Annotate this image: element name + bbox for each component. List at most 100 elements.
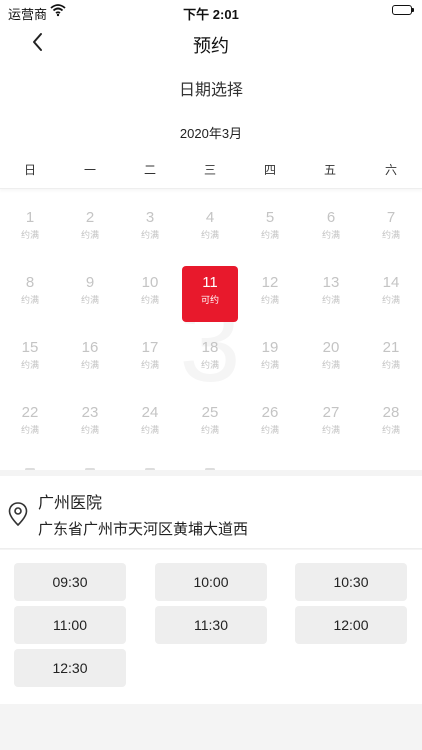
calendar-day-number: 24 [141,404,159,421]
calendar-day-status: 约满 [260,295,279,305]
calendar-day[interactable]: 12 约满 [242,266,298,322]
calendar-day-status: 约满 [20,230,39,240]
calendar-day-number: 7 [386,209,396,226]
calendar-day[interactable]: 28 约满 [363,396,419,452]
calendar-day[interactable]: 26 约满 [242,396,298,452]
calendar-day-status: 约满 [20,360,39,370]
status-time: 下午 2:01 [183,7,239,22]
weekday-label: 六 [384,163,397,177]
calendar-day[interactable]: 19 约满 [242,331,298,387]
calendar-day-number: 10 [141,274,159,291]
calendar-day-number: 12 [261,274,279,291]
time-slot-button[interactable]: 12:00 [295,606,407,644]
next-row-peek [25,468,35,470]
calendar-day-status: 约满 [321,425,340,435]
time-slot-button[interactable]: 09:30 [14,563,126,601]
calendar-day-status: 约满 [80,295,99,305]
calendar-day-status: 约满 [200,360,219,370]
calendar-day-number: 5 [265,209,275,226]
calendar-day[interactable]: 25 约满 [182,396,238,452]
weekday-label: 二 [143,163,156,177]
weekday-label: 三 [203,163,216,177]
calendar-day-status: 约满 [80,360,99,370]
calendar-day[interactable]: 15 约满 [2,331,58,387]
calendar-day-number: 19 [261,339,279,356]
time-slot-button[interactable]: 10:00 [155,563,267,601]
calendar-day-number: 28 [382,404,400,421]
calendar-day-status: 可约 [200,295,219,305]
calendar-day[interactable]: 11 可约 [182,266,238,322]
weekday-label: 四 [263,163,276,177]
calendar-day-status: 约满 [321,295,340,305]
date-selection-title: 日期选择 [178,82,243,99]
calendar-day-number: 21 [382,339,400,356]
calendar: 日期选择 2020年3月 日一二三四五六 3 1 约满 2 约满 3 约满 4 约满 5 约满 6 约… [0,64,422,470]
calendar-day-number: 8 [25,274,35,291]
time-slot-button[interactable]: 11:30 [155,606,267,644]
calendar-day[interactable]: 3 约满 [122,201,178,257]
calendar-day-status: 约满 [20,295,39,305]
calendar-day[interactable]: 17 约满 [122,331,178,387]
page-title: 预约 [193,36,229,56]
calendar-day-status: 约满 [20,425,39,435]
time-slot-button[interactable]: 12:30 [14,649,126,687]
calendar-day[interactable]: 22 约满 [2,396,58,452]
calendar-day[interactable]: 6 约满 [303,201,359,257]
calendar-day-status: 约满 [381,295,400,305]
calendar-day-status: 约满 [381,425,400,435]
calendar-day-number: 4 [205,209,215,226]
calendar-day-status: 约满 [321,230,340,240]
calendar-day-number: 16 [81,339,99,356]
calendar-day[interactable]: 4 约满 [182,201,238,257]
time-slot-button[interactable]: 10:30 [295,563,407,601]
calendar-day[interactable]: 20 约满 [303,331,359,387]
calendar-day[interactable]: 5 约满 [242,201,298,257]
location-card: 广州医院 广东省广州市天河区黄埔大道西 [0,476,422,549]
calendar-day[interactable]: 7 约满 [363,201,419,257]
calendar-day[interactable]: 1 约满 [2,201,58,257]
calendar-day-status: 约满 [140,295,159,305]
weekday-header: 日一二三四五六 [0,150,422,189]
next-row-peek [85,468,95,470]
calendar-day-status: 约满 [200,425,219,435]
calendar-day-number: 9 [85,274,95,291]
calendar-day[interactable]: 18 约满 [182,331,238,387]
calendar-day-number: 13 [322,274,340,291]
time-slot-grid: 09:30 10:00 10:30 11:00 11:30 12:00 12:30 [0,550,422,704]
next-row-peek [205,468,215,470]
status-bar: 运营商 下午 2:01 [0,0,422,22]
calendar-day-status: 约满 [260,360,279,370]
weekday-label: 一 [83,163,96,177]
calendar-day-number: 25 [201,404,219,421]
calendar-day-status: 约满 [381,230,400,240]
calendar-day[interactable]: 2 约满 [62,201,118,257]
calendar-day-number: 22 [21,404,39,421]
month-label: 2020年3月 [179,126,243,141]
calendar-day[interactable]: 13 约满 [303,266,359,322]
calendar-day[interactable]: 10 约满 [122,266,178,322]
next-row-peek [145,468,155,470]
calendar-day[interactable]: 16 约满 [62,331,118,387]
calendar-day[interactable]: 24 约满 [122,396,178,452]
calendar-day[interactable]: 8 约满 [2,266,58,322]
hospital-name: 广州医院 [38,495,103,512]
calendar-day-number: 23 [81,404,99,421]
calendar-day-number: 1 [25,209,35,226]
time-slot-button[interactable]: 11:00 [14,606,126,644]
calendar-day[interactable]: 14 约满 [363,266,419,322]
calendar-day-status: 约满 [140,425,159,435]
calendar-day-status: 约满 [140,230,159,240]
calendar-day-status: 约满 [80,425,99,435]
calendar-day-number: 11 [202,274,218,291]
calendar-day-status: 约满 [321,360,340,370]
calendar-day[interactable]: 23 约满 [62,396,118,452]
calendar-day-number: 18 [201,339,219,356]
location-pin-icon [8,502,28,527]
calendar-day-status: 约满 [140,360,159,370]
calendar-day[interactable]: 27 约满 [303,396,359,452]
calendar-day-number: 27 [322,404,340,421]
calendar-day[interactable]: 21 约满 [363,331,419,387]
calendar-day-number: 14 [382,274,400,291]
calendar-day-number: 15 [21,339,39,356]
calendar-day[interactable]: 9 约满 [62,266,118,322]
